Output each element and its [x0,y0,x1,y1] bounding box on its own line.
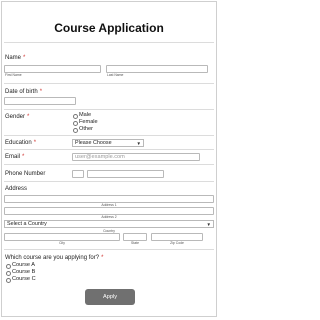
last-name-sublabel: Last Name [107,73,124,77]
phone-area-code-input[interactable] [72,170,84,178]
zip-code-input[interactable] [151,233,203,241]
email-placeholder: user@example.com [75,154,125,160]
gender-male-radio[interactable] [73,114,78,119]
gender-female-radio[interactable] [73,121,78,126]
course-b-radio[interactable] [6,271,11,276]
education-label: Education * [5,140,37,146]
gender-other-radio[interactable] [73,128,78,133]
course-option-label: Course A [12,262,36,268]
name-label: Name * [5,55,26,61]
country-select[interactable]: Select a Country ▼ [4,220,214,228]
divider [4,149,214,150]
education-select[interactable]: Please Choose ▼ [72,139,144,147]
gender-option-label: Female [79,119,98,125]
education-selected-value: Please Choose [75,140,112,146]
zip-code-sublabel: Zip Code [170,241,184,245]
address-label: Address [5,186,28,192]
address-line2-sublabel: Address 2 [101,215,117,219]
title-divider [4,42,214,43]
course-option-label: Course C [12,276,36,282]
divider [4,83,214,84]
country-selected-value: Select a Country [7,221,47,227]
gender-option-label: Male [79,112,92,118]
form-title: Course Application [54,21,164,35]
divider [4,109,214,110]
course-c-radio[interactable] [6,278,11,283]
phone-label: Phone Number [5,171,46,177]
gender-label: Gender * [5,114,30,120]
chevron-down-icon: ▼ [136,141,141,146]
first-name-sublabel: First Name [5,73,22,77]
divider [4,135,214,136]
divider [4,181,214,182]
gender-option-label: Other [79,126,93,132]
first-name-input[interactable] [4,65,101,73]
course-a-radio[interactable] [6,264,11,269]
email-label: Email * [5,154,25,160]
course-label: Which course are you applying for? * [5,255,104,261]
dob-input[interactable] [4,97,76,105]
state-sublabel: State [131,241,139,245]
city-sublabel: City [59,241,65,245]
apply-button[interactable]: Apply [85,289,135,305]
state-input[interactable] [123,233,147,241]
divider [4,164,214,165]
address-line1-input[interactable] [4,195,214,203]
phone-number-input[interactable] [87,170,164,178]
chevron-down-icon: ▼ [206,222,211,227]
city-input[interactable] [4,233,120,241]
divider [4,249,214,250]
last-name-input[interactable] [106,65,208,73]
dob-label: Date of birth * [5,89,43,95]
course-option-label: Course B [12,269,36,275]
address-line2-input[interactable] [4,207,214,215]
